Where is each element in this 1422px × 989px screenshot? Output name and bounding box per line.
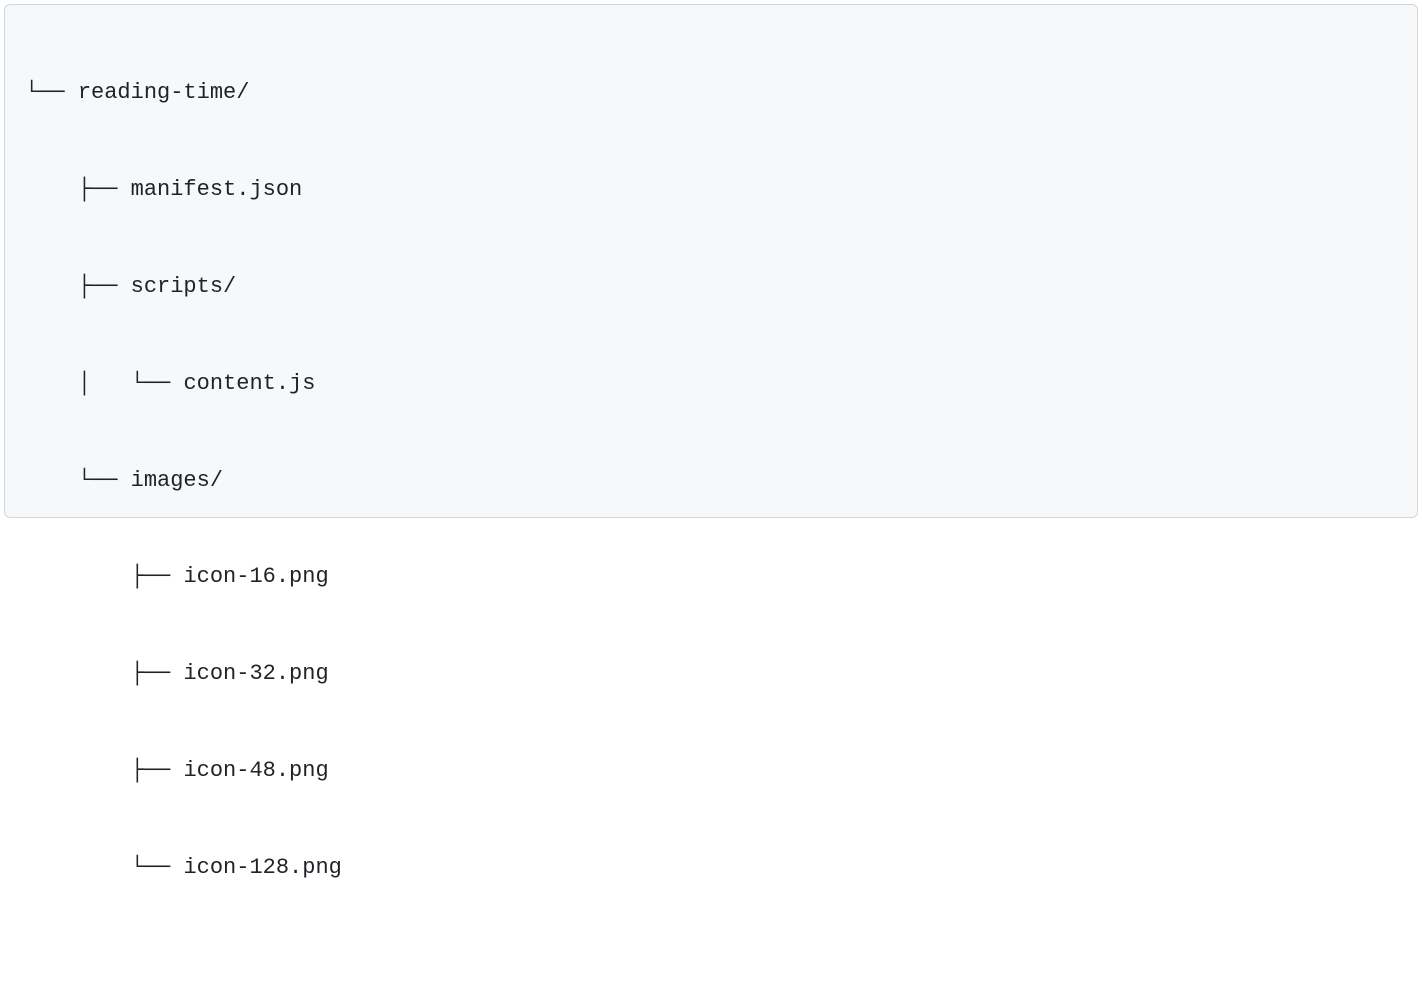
tree-item-name: scripts/ [131, 274, 237, 299]
tree-prefix: ├── [25, 758, 183, 783]
tree-item-name: content.js [183, 371, 315, 396]
tree-line: │ └── content.js [25, 360, 1397, 408]
tree-item-name: icon-48.png [183, 758, 328, 783]
tree-prefix: └── [25, 468, 131, 493]
tree-item-name: icon-16.png [183, 564, 328, 589]
tree-prefix: └── [25, 80, 78, 105]
tree-line: └── icon-128.png [25, 844, 1397, 892]
tree-line: ├── scripts/ [25, 263, 1397, 311]
tree-line: ├── icon-48.png [25, 747, 1397, 795]
tree-prefix: ├── [25, 177, 131, 202]
tree-item-name: manifest.json [131, 177, 303, 202]
tree-line: ├── icon-16.png [25, 553, 1397, 601]
tree-item-name: icon-128.png [183, 855, 341, 880]
tree-item-name: icon-32.png [183, 661, 328, 686]
tree-line: ├── manifest.json [25, 166, 1397, 214]
tree-prefix: │ └── [25, 371, 183, 396]
file-tree: └── reading-time/ ├── manifest.json ├── … [25, 21, 1397, 989]
tree-prefix: ├── [25, 661, 183, 686]
tree-prefix: └── [25, 855, 183, 880]
tree-line: └── images/ [25, 457, 1397, 505]
file-tree-container: └── reading-time/ ├── manifest.json ├── … [4, 4, 1418, 518]
tree-prefix: ├── [25, 274, 131, 299]
tree-item-name: reading-time/ [78, 80, 250, 105]
tree-line-root: └── reading-time/ [25, 69, 1397, 117]
tree-line: ├── icon-32.png [25, 650, 1397, 698]
tree-prefix: ├── [25, 564, 183, 589]
tree-item-name: images/ [131, 468, 223, 493]
